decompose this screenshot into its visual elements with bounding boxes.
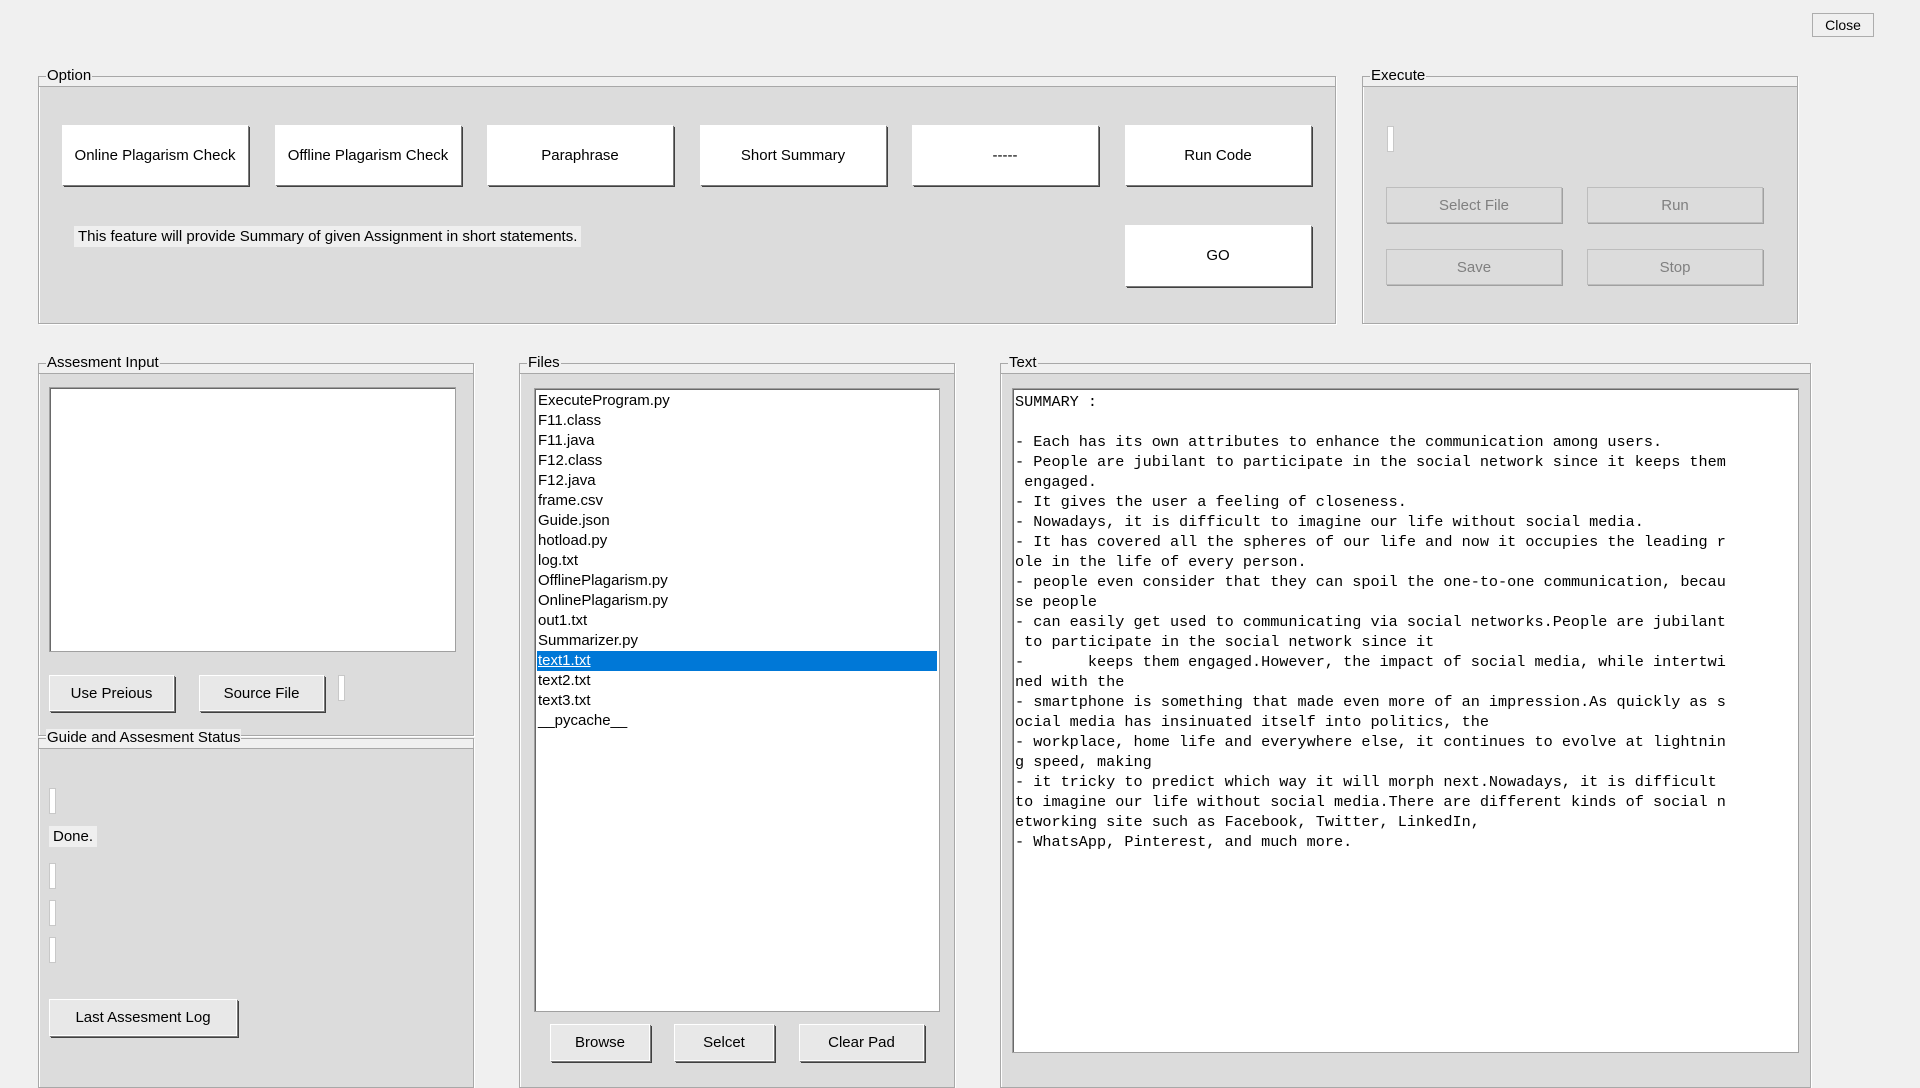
- file-item[interactable]: text2.txt: [537, 671, 937, 691]
- option-group: Option: [38, 67, 1336, 324]
- file-item[interactable]: log.txt: [537, 551, 937, 571]
- stop-button[interactable]: Stop: [1587, 249, 1763, 285]
- file-item-selected[interactable]: text1.txt: [537, 651, 937, 671]
- files-listbox[interactable]: ExecuteProgram.py F11.class F11.java F12…: [534, 388, 940, 1012]
- status-indicator-2: [49, 863, 56, 889]
- run-code-button[interactable]: Run Code: [1125, 125, 1311, 185]
- file-item[interactable]: Guide.json: [537, 511, 937, 531]
- text-pad[interactable]: SUMMARY : - Each has its own attributes …: [1012, 388, 1799, 1053]
- file-item[interactable]: F11.class: [537, 411, 937, 431]
- status-indicator-3: [49, 900, 56, 926]
- use-previous-button[interactable]: Use Preious: [49, 675, 174, 711]
- save-button[interactable]: Save: [1386, 249, 1562, 285]
- file-item[interactable]: OfflinePlagarism.py: [537, 571, 937, 591]
- file-item[interactable]: __pycache__: [537, 711, 937, 731]
- execute-legend: Execute: [1370, 67, 1427, 85]
- files-legend: Files: [527, 354, 561, 372]
- status-indicator-4: [49, 937, 56, 963]
- option-legend: Option: [46, 67, 93, 85]
- feature-description: This feature will provide Summary of giv…: [74, 226, 582, 247]
- assesment-input-textarea[interactable]: [49, 387, 456, 652]
- status-text: Done.: [49, 826, 98, 847]
- source-file-indicator: [338, 675, 345, 701]
- offline-plagarism-check-button[interactable]: Offline Plagarism Check: [275, 125, 461, 185]
- guide-status-legend: Guide and Assesment Status: [46, 729, 242, 747]
- file-item[interactable]: F11.java: [537, 431, 937, 451]
- text-content[interactable]: SUMMARY : - Each has its own attributes …: [1013, 389, 1798, 855]
- text-legend: Text: [1008, 354, 1038, 372]
- run-button[interactable]: Run: [1587, 187, 1763, 223]
- paraphrase-button[interactable]: Paraphrase: [487, 125, 673, 185]
- file-item[interactable]: frame.csv: [537, 491, 937, 511]
- placeholder-option-button[interactable]: -----: [912, 125, 1098, 185]
- last-assesment-log-button[interactable]: Last Assesment Log: [49, 999, 237, 1036]
- file-item[interactable]: hotload.py: [537, 531, 937, 551]
- file-item[interactable]: F12.class: [537, 451, 937, 471]
- file-item[interactable]: F12.java: [537, 471, 937, 491]
- file-item[interactable]: out1.txt: [537, 611, 937, 631]
- clear-pad-button[interactable]: Clear Pad: [799, 1024, 924, 1061]
- execute-status-indicator: [1387, 126, 1394, 152]
- file-item[interactable]: OnlinePlagarism.py: [537, 591, 937, 611]
- select-file-button[interactable]: Select File: [1386, 187, 1562, 223]
- file-item[interactable]: Summarizer.py: [537, 631, 937, 651]
- select-button[interactable]: Selcet: [674, 1024, 774, 1061]
- go-button[interactable]: GO: [1125, 225, 1311, 286]
- assesment-input-legend: Assesment Input: [46, 354, 160, 372]
- file-item[interactable]: text3.txt: [537, 691, 937, 711]
- file-item[interactable]: ExecuteProgram.py: [537, 391, 937, 411]
- short-summary-button[interactable]: Short Summary: [700, 125, 886, 185]
- online-plagarism-check-button[interactable]: Online Plagarism Check: [62, 125, 248, 185]
- close-button[interactable]: Close: [1812, 13, 1874, 37]
- source-file-button[interactable]: Source File: [199, 675, 324, 711]
- status-indicator-1: [49, 788, 56, 814]
- browse-button[interactable]: Browse: [550, 1024, 650, 1061]
